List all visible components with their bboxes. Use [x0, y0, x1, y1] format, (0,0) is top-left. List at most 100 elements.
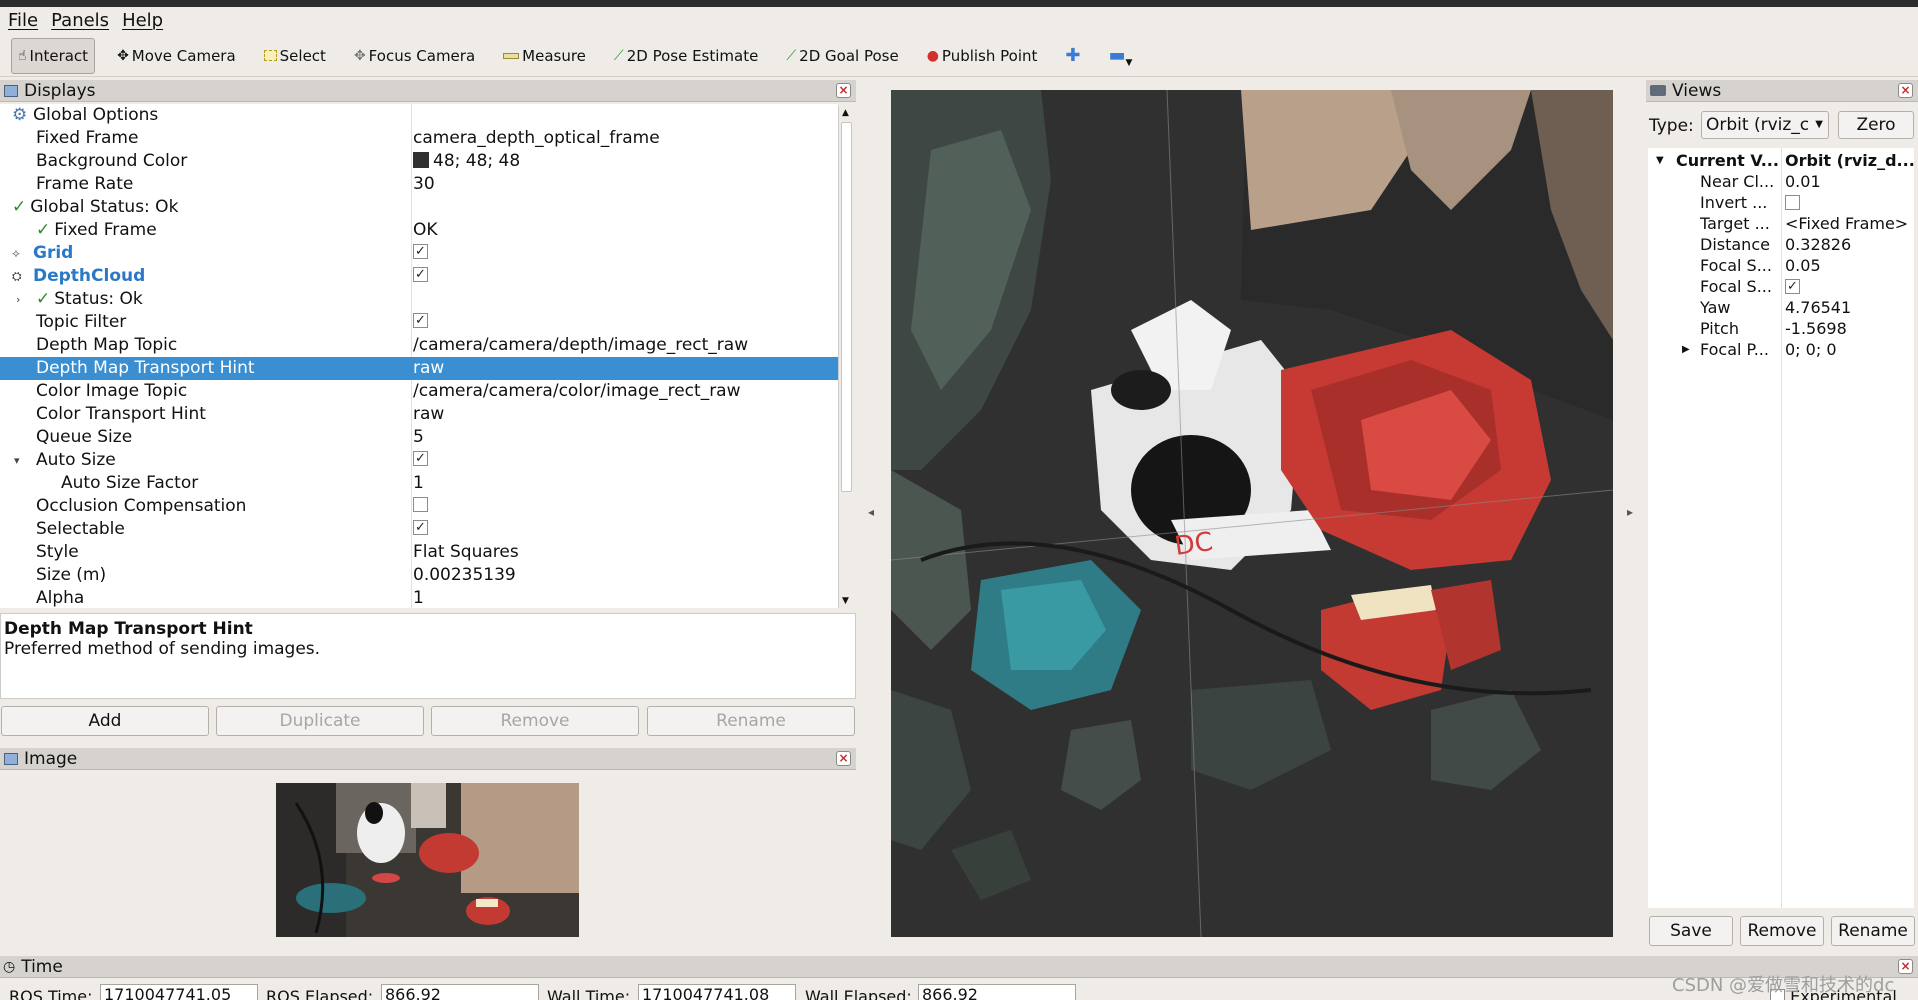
views-row-pitch[interactable]: Pitch -1.5698: [1648, 318, 1914, 339]
menu-file[interactable]: File: [8, 10, 38, 31]
3d-viewport[interactable]: DC: [891, 90, 1613, 937]
remove-display-button[interactable]: Remove: [431, 706, 639, 736]
views-row-value[interactable]: 4.76541: [1785, 297, 1851, 318]
views-type-select[interactable]: Orbit (rviz_c ▼: [1701, 111, 1829, 139]
tool-focus-camera[interactable]: ✥ Focus Camera: [348, 38, 481, 74]
tree-row-fixed-frame-status[interactable]: ✓ Fixed Frame OK: [0, 219, 838, 242]
tree-row-value[interactable]: raw: [413, 403, 444, 426]
chevron-down-icon[interactable]: ▾: [14, 449, 20, 472]
collapse-left-icon[interactable]: ◂: [868, 505, 874, 519]
zero-button[interactable]: Zero: [1838, 111, 1914, 139]
tree-row-frame-rate[interactable]: Frame Rate 30: [0, 173, 838, 196]
time-close-icon[interactable]: ×: [1898, 959, 1913, 974]
views-row-focal-shape-fixed[interactable]: Focal S... ✓: [1648, 276, 1914, 297]
tree-row-global-status[interactable]: ✓ Global Status: Ok: [0, 196, 838, 219]
tool-2d-pose-estimate[interactable]: ⟋ 2D Pose Estimate: [608, 38, 764, 74]
tree-row-value[interactable]: camera_depth_optical_frame: [413, 127, 660, 150]
tree-row-alpha[interactable]: Alpha 1: [0, 587, 838, 608]
menu-help[interactable]: Help: [122, 10, 163, 31]
depthcloud-enabled-checkbox[interactable]: ✓: [413, 267, 428, 282]
tree-row-fixed-frame[interactable]: Fixed Frame camera_depth_optical_frame: [0, 127, 838, 150]
views-row-yaw[interactable]: Yaw 4.76541: [1648, 297, 1914, 318]
image-close-icon[interactable]: ×: [836, 751, 851, 766]
selectable-checkbox[interactable]: ✓: [413, 520, 428, 535]
tree-row-auto-size-factor[interactable]: Auto Size Factor 1: [0, 472, 838, 495]
ros-elapsed-field[interactable]: 866.92: [381, 984, 539, 1000]
duplicate-display-button[interactable]: Duplicate: [216, 706, 424, 736]
tree-row-queue-size[interactable]: Queue Size 5: [0, 426, 838, 449]
rename-display-button[interactable]: Rename: [647, 706, 855, 736]
tree-row-color-image-topic[interactable]: Color Image Topic /camera/camera/color/i…: [0, 380, 838, 403]
tree-row-color-transport-hint[interactable]: Color Transport Hint raw: [0, 403, 838, 426]
occlusion-compensation-checkbox[interactable]: [413, 497, 428, 512]
scroll-up-icon[interactable]: ▲: [842, 108, 849, 118]
views-row-value[interactable]: <Fixed Frame>: [1785, 213, 1908, 234]
views-row-value[interactable]: -1.5698: [1785, 318, 1847, 339]
views-rename-button[interactable]: Rename: [1831, 916, 1915, 946]
tree-row-value[interactable]: 1: [413, 587, 424, 608]
chevron-right-icon[interactable]: ▶: [1682, 339, 1690, 360]
tool-select[interactable]: Select: [258, 38, 332, 74]
tree-row-value[interactable]: raw: [413, 357, 444, 380]
tree-row-topic-filter[interactable]: Topic Filter ✓: [0, 311, 838, 334]
remove-tool-button[interactable]: ▬ ▼: [1102, 38, 1138, 74]
tool-interact[interactable]: ☝ Interact: [11, 37, 96, 74]
tree-row-value[interactable]: 30: [413, 173, 435, 196]
tree-row-value[interactable]: Flat Squares: [413, 541, 519, 564]
tree-row-selectable[interactable]: Selectable ✓: [0, 518, 838, 541]
auto-size-checkbox[interactable]: ✓: [413, 451, 428, 466]
tree-row-depth-map-topic[interactable]: Depth Map Topic /camera/camera/depth/ima…: [0, 334, 838, 357]
tree-row-grid[interactable]: ⟡ Grid ✓: [0, 242, 838, 265]
views-row-near-clip[interactable]: Near Cl... 0.01: [1648, 171, 1914, 192]
tool-2d-goal-pose[interactable]: ⟋ 2D Goal Pose: [780, 38, 904, 74]
tree-row-background-color[interactable]: Background Color 48; 48; 48: [0, 150, 838, 173]
views-row-value[interactable]: 0.01: [1785, 171, 1821, 192]
displays-scrollbar[interactable]: ▲ ▼: [838, 106, 854, 608]
tree-row-depthcloud[interactable]: ⛭ DepthCloud ✓: [0, 265, 838, 288]
tree-row-depth-map-transport-hint[interactable]: Depth Map Transport Hint raw: [0, 357, 838, 380]
views-close-icon[interactable]: ×: [1898, 83, 1913, 98]
views-remove-button[interactable]: Remove: [1740, 916, 1824, 946]
add-tool-button[interactable]: ✚: [1059, 38, 1086, 74]
add-display-button[interactable]: Add: [1, 706, 209, 736]
focal-shape-checkbox[interactable]: ✓: [1785, 278, 1800, 294]
tree-row-value-color[interactable]: 48; 48; 48: [413, 150, 520, 173]
tree-row-value[interactable]: /camera/camera/color/image_rect_raw: [413, 380, 741, 403]
views-row-focal-shape-size[interactable]: Focal S... 0.05: [1648, 255, 1914, 276]
views-row-current-view[interactable]: ▼ Current V... Orbit (rviz_d...: [1648, 150, 1914, 171]
views-row-target[interactable]: Target ... <Fixed Frame>: [1648, 213, 1914, 234]
wall-elapsed-field[interactable]: 866.92: [918, 984, 1076, 1000]
collapse-right-icon[interactable]: ▸: [1627, 505, 1633, 519]
tree-row-status-ok[interactable]: › ✓ Status: Ok: [0, 288, 838, 311]
invert-checkbox[interactable]: [1785, 194, 1800, 210]
views-save-button[interactable]: Save: [1649, 916, 1733, 946]
chevron-right-icon[interactable]: ›: [16, 288, 20, 311]
tree-row-size[interactable]: Size (m) 0.00235139: [0, 564, 838, 587]
tree-row-value[interactable]: 5: [413, 426, 424, 449]
views-row-value[interactable]: 0; 0; 0: [1785, 339, 1837, 360]
wall-time-field[interactable]: 1710047741.08: [638, 984, 796, 1000]
tree-row-style[interactable]: Style Flat Squares: [0, 541, 838, 564]
scroll-thumb[interactable]: [841, 122, 852, 492]
tree-row-global-options[interactable]: ⚙ Global Options: [0, 104, 838, 127]
views-row-invert[interactable]: Invert ...: [1648, 192, 1914, 213]
tree-row-auto-size[interactable]: ▾ Auto Size ✓: [0, 449, 838, 472]
scroll-down-icon[interactable]: ▼: [842, 596, 849, 606]
tree-row-value[interactable]: /camera/camera/depth/image_rect_raw: [413, 334, 748, 357]
tree-row-value[interactable]: 1: [413, 472, 424, 495]
views-row-value[interactable]: 0.32826: [1785, 234, 1851, 255]
views-row-distance[interactable]: Distance 0.32826: [1648, 234, 1914, 255]
displays-close-icon[interactable]: ×: [836, 83, 851, 98]
tool-measure[interactable]: Measure: [497, 38, 592, 74]
grid-enabled-checkbox[interactable]: ✓: [413, 244, 428, 259]
views-row-value[interactable]: 0.05: [1785, 255, 1821, 276]
tree-row-occlusion-compensation[interactable]: Occlusion Compensation: [0, 495, 838, 518]
tool-publish-point[interactable]: ● Publish Point: [921, 38, 1044, 74]
menu-panels[interactable]: Panels: [51, 10, 109, 31]
ros-time-field[interactable]: 1710047741.05: [100, 984, 258, 1000]
tool-move-camera[interactable]: ✥ Move Camera: [111, 38, 242, 74]
tree-row-value[interactable]: 0.00235139: [413, 564, 516, 587]
chevron-down-icon[interactable]: ▼: [1656, 150, 1664, 171]
views-row-focal-point[interactable]: ▶ Focal P... 0; 0; 0: [1648, 339, 1914, 360]
topic-filter-checkbox[interactable]: ✓: [413, 313, 428, 328]
